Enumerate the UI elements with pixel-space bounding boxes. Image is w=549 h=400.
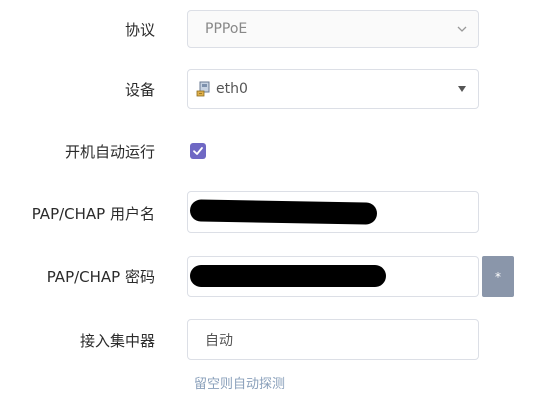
redaction-mark [190, 265, 386, 287]
protocol-select[interactable]: PPPoE [187, 10, 479, 48]
concentrator-label: 接入集中器 [79, 332, 155, 350]
protocol-label: 协议 [124, 21, 155, 39]
dropdown-arrow-icon [458, 86, 466, 92]
autostart-checkbox[interactable] [190, 143, 206, 159]
password-label: PAP/CHAP 密码 [46, 268, 155, 286]
network-device-icon [196, 81, 210, 97]
pppoe-settings-form: 协议 PPPoE 设备 eth0 开机自动运行 PAP/CHAP 用户名 PAP… [0, 0, 549, 400]
device-label: 设备 [124, 81, 155, 99]
autostart-label: 开机自动运行 [64, 143, 155, 161]
reveal-password-button[interactable]: * [482, 256, 514, 297]
chevron-down-icon [457, 26, 467, 32]
device-value: eth0 [216, 81, 248, 97]
checkmark-icon [193, 147, 203, 155]
device-select[interactable]: eth0 [187, 69, 479, 109]
concentrator-hint: 留空则自动探测 [194, 377, 286, 392]
concentrator-input[interactable]: 自动 [187, 319, 479, 360]
username-label: PAP/CHAP 用户名 [31, 205, 155, 223]
concentrator-value: 自动 [205, 332, 233, 349]
protocol-value: PPPoE [205, 21, 248, 37]
redaction-mark [189, 199, 378, 225]
